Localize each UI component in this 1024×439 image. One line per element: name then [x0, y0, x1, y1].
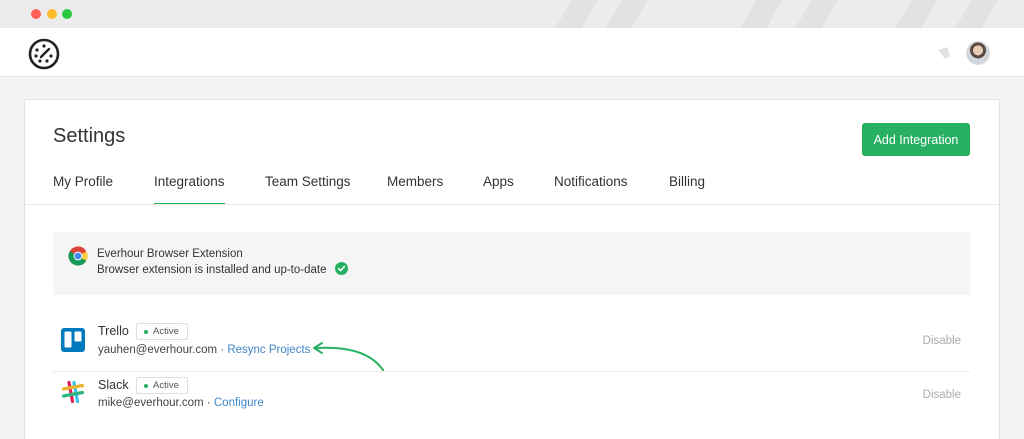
integration-row-slack: Slack Active mike@everhour.com · Configu… [53, 372, 970, 426]
settings-card: Settings Add Integration My Profile Inte… [24, 99, 1000, 439]
bell-icon[interactable] [935, 44, 953, 62]
disable-slack-link[interactable]: Disable [923, 389, 961, 401]
integration-account: mike@everhour.com · Configure [98, 397, 264, 409]
integration-email: yauhen@everhour.com [98, 344, 218, 356]
add-integration-button[interactable]: Add Integration [862, 123, 970, 156]
tab-team-settings[interactable]: Team Settings [265, 174, 351, 205]
tab-notifications[interactable]: Notifications [554, 174, 628, 205]
tab-apps[interactable]: Apps [483, 174, 514, 205]
tab-billing[interactable]: Billing [669, 174, 705, 205]
extension-description: Browser extension is installed and up-to… [97, 264, 327, 276]
app-header [0, 28, 1024, 77]
integration-account: yauhen@everhour.com · Resync Projects [98, 344, 310, 356]
status-badge: Active [136, 377, 188, 394]
checkmark-circle-icon [335, 262, 348, 275]
separator: · [203, 397, 214, 409]
annotation-arrow-icon [313, 342, 384, 371]
avatar[interactable] [966, 41, 990, 65]
trello-icon [61, 328, 85, 352]
everhour-logo-icon[interactable] [28, 38, 60, 70]
disable-trello-link[interactable]: Disable [923, 335, 961, 347]
integration-row-trello: Trello Active yauhen@everhour.com · Resy… [53, 318, 970, 372]
minimize-window-button[interactable] [47, 9, 57, 19]
page-title: Settings [53, 125, 126, 147]
configure-link[interactable]: Configure [214, 397, 264, 409]
tab-integrations[interactable]: Integrations [154, 174, 225, 205]
separator: · [217, 344, 228, 356]
integration-email: mike@everhour.com [98, 397, 204, 409]
integration-name: Slack [98, 378, 129, 392]
browser-extension-panel: Everhour Browser Extension Browser exten… [53, 232, 970, 295]
maximize-window-button[interactable] [62, 9, 72, 19]
integration-name: Trello [98, 324, 129, 338]
close-window-button[interactable] [31, 9, 41, 19]
browser-titlebar [0, 0, 1024, 28]
slack-icon [61, 380, 85, 404]
status-badge: Active [136, 323, 188, 340]
resync-projects-link[interactable]: Resync Projects [227, 344, 310, 356]
tab-members[interactable]: Members [387, 174, 443, 205]
tabs-divider [25, 204, 999, 205]
extension-title: Everhour Browser Extension [97, 248, 243, 260]
chrome-icon [68, 246, 88, 266]
tab-my-profile[interactable]: My Profile [53, 174, 113, 205]
